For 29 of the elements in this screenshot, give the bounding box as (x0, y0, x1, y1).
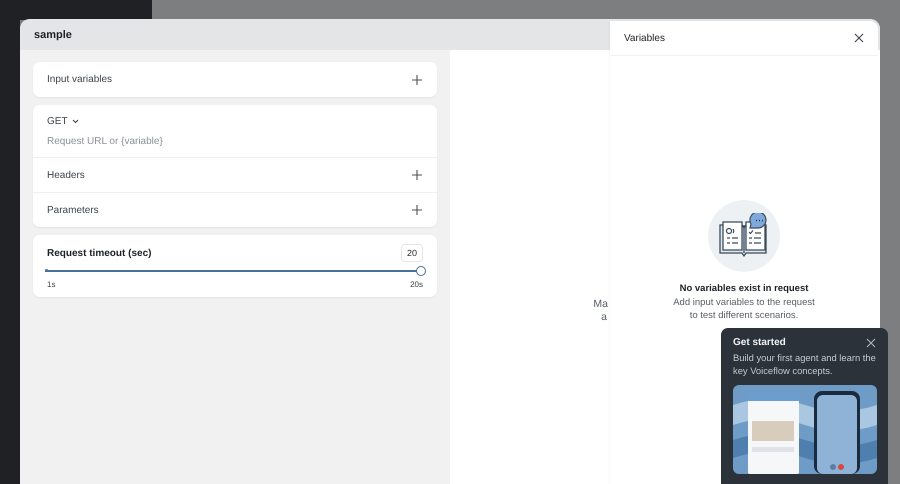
max-label: 20s (410, 280, 423, 289)
plus-icon (411, 169, 423, 181)
plus-icon (411, 204, 423, 216)
min-label: 1s (47, 280, 56, 289)
slider-thumb[interactable] (416, 266, 426, 276)
popup-title: Get started (733, 337, 786, 348)
panel-title: Variables (624, 32, 665, 44)
method-dropdown[interactable]: GET (47, 116, 79, 127)
timeout-label: Request timeout (sec) (47, 248, 152, 258)
popup-description: Build your first agent and learn the key Voiceflow concepts. (733, 352, 876, 377)
timeout-value-field[interactable]: 20 (400, 244, 423, 262)
close-button[interactable] (866, 338, 876, 348)
partial-text: a (601, 311, 607, 324)
close-icon (866, 338, 876, 348)
section-label: Parameters (47, 204, 99, 216)
add-button[interactable] (411, 169, 423, 181)
section-label: Input variables (47, 74, 112, 85)
close-button[interactable] (854, 33, 864, 43)
empty-state-description: Add input variables to the request to test different scenarios. (672, 297, 816, 322)
empty-state-title: No variables exist in request (680, 283, 808, 294)
timeout-slider[interactable] (45, 266, 426, 276)
chevron-icon (72, 119, 79, 124)
add-button[interactable] (411, 74, 423, 86)
section-label: Headers (47, 170, 85, 180)
partial-text: Ma (593, 298, 608, 311)
plus-icon (411, 74, 423, 86)
dialog-title: sample (34, 28, 72, 40)
close-icon (854, 33, 864, 43)
add-button[interactable] (411, 204, 423, 216)
